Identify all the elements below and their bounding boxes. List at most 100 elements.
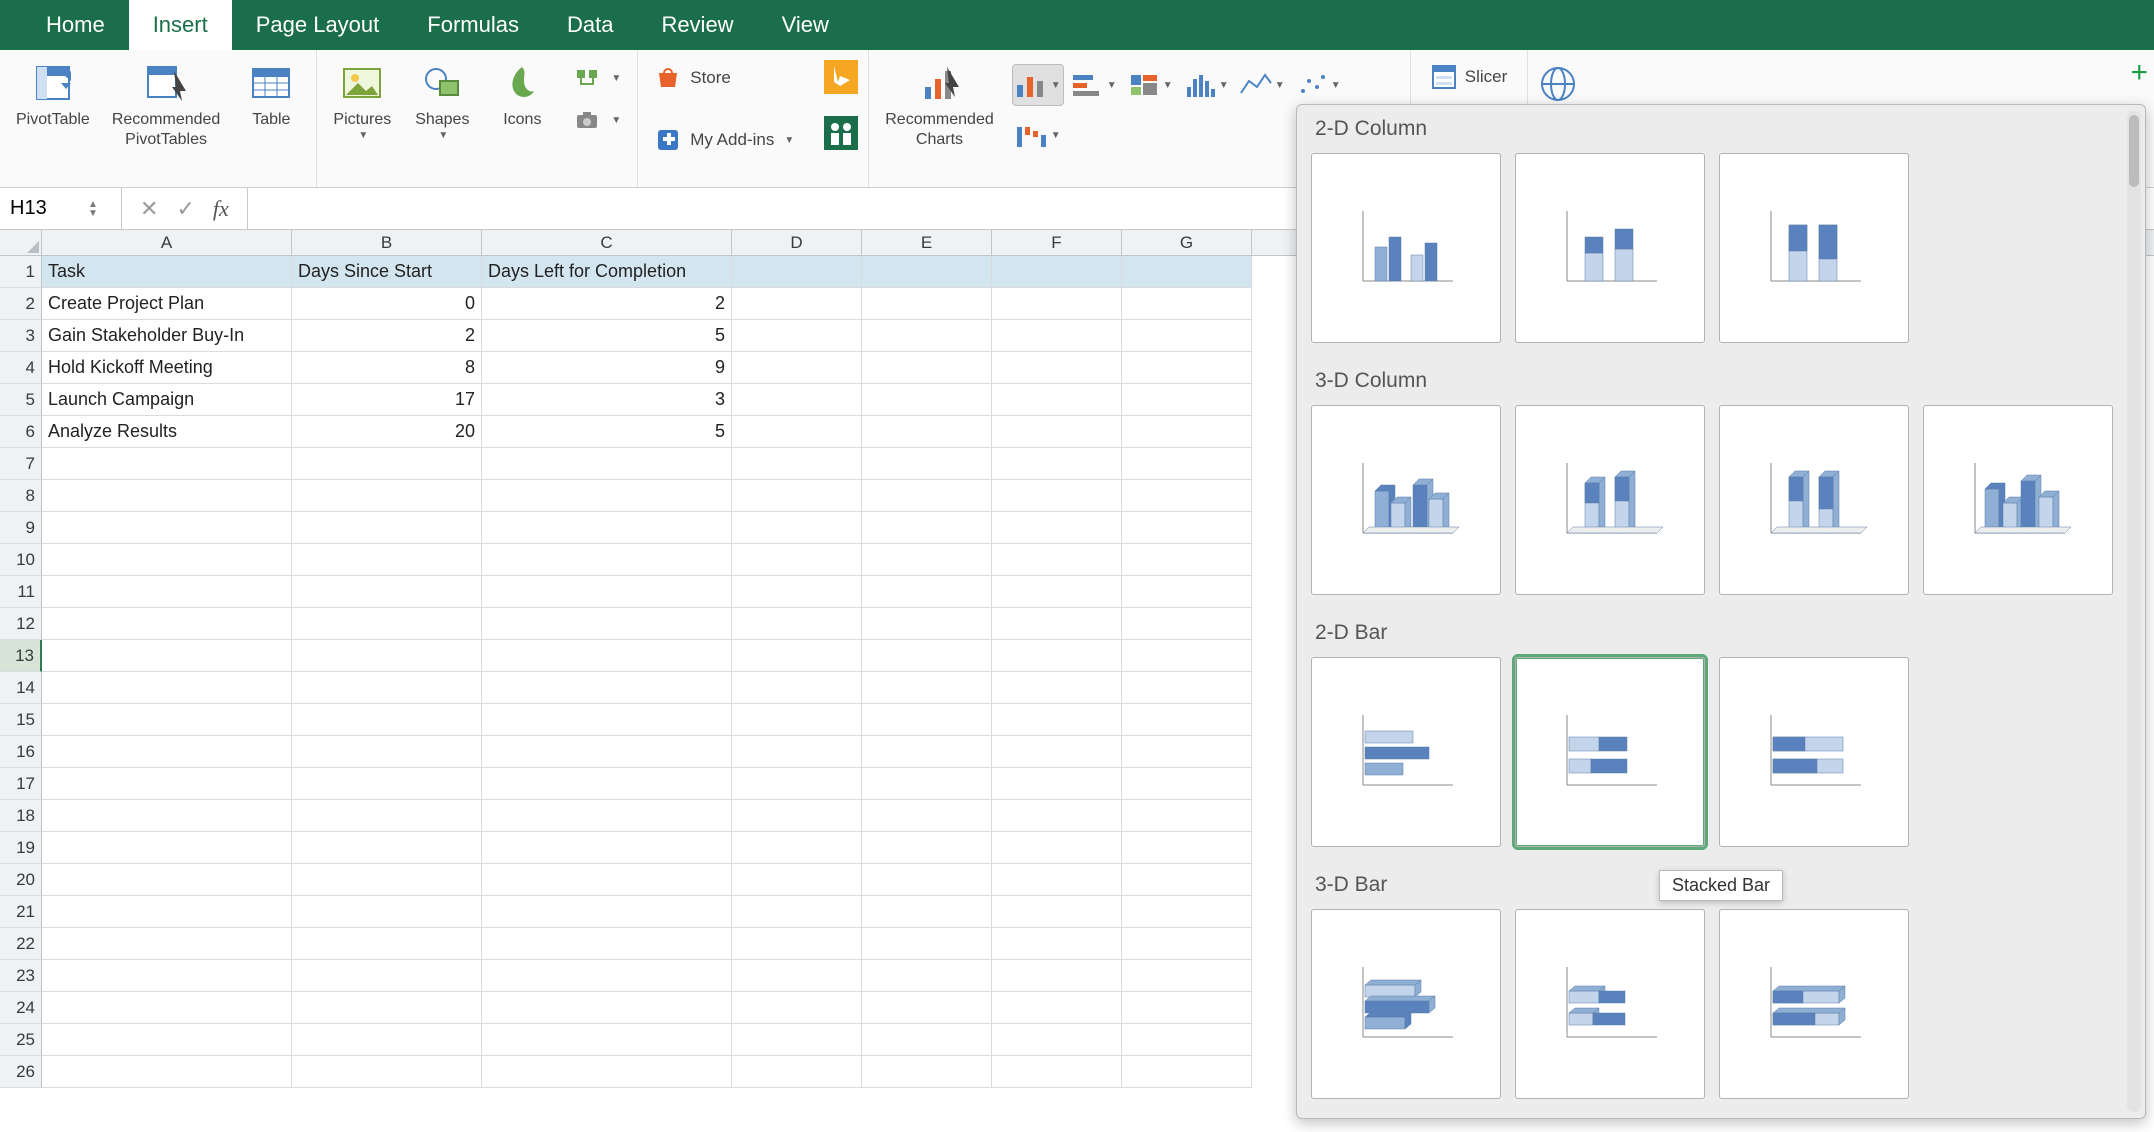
bar-chart-button[interactable]: ▼: [1068, 64, 1120, 106]
cell-A26[interactable]: [42, 1056, 292, 1088]
cell-G22[interactable]: [1122, 928, 1252, 960]
cell-B10[interactable]: [292, 544, 482, 576]
chart-tile-3-d-column[interactable]: [1923, 405, 2113, 595]
cell-G26[interactable]: [1122, 1056, 1252, 1088]
cell-A8[interactable]: [42, 480, 292, 512]
cell-E23[interactable]: [862, 960, 992, 992]
shapes-button[interactable]: Shapes ▼: [407, 56, 477, 145]
chart-tile-3-d-clustered-column[interactable]: [1311, 405, 1501, 595]
cell-A12[interactable]: [42, 608, 292, 640]
cell-F11[interactable]: [992, 576, 1122, 608]
cell-E21[interactable]: [862, 896, 992, 928]
cell-B18[interactable]: [292, 800, 482, 832]
cell-B26[interactable]: [292, 1056, 482, 1088]
cell-C13[interactable]: [482, 640, 732, 672]
cell-C4[interactable]: 9: [482, 352, 732, 384]
row-header-12[interactable]: 12: [0, 608, 42, 640]
cell-F1[interactable]: [992, 256, 1122, 288]
cell-E17[interactable]: [862, 768, 992, 800]
column-header-C[interactable]: C: [482, 230, 732, 255]
cell-F5[interactable]: [992, 384, 1122, 416]
cell-B11[interactable]: [292, 576, 482, 608]
name-box-stepper[interactable]: ▲▼: [88, 200, 98, 218]
chart-tile-clustered-column[interactable]: [1311, 153, 1501, 343]
cell-A9[interactable]: [42, 512, 292, 544]
cell-C9[interactable]: [482, 512, 732, 544]
cell-B23[interactable]: [292, 960, 482, 992]
cell-D24[interactable]: [732, 992, 862, 1024]
bing-maps-icon[interactable]: [824, 60, 858, 94]
cell-C22[interactable]: [482, 928, 732, 960]
cell-G13[interactable]: [1122, 640, 1252, 672]
row-header-25[interactable]: 25: [0, 1024, 42, 1056]
cell-B8[interactable]: [292, 480, 482, 512]
cell-G11[interactable]: [1122, 576, 1252, 608]
icons-button[interactable]: Icons: [487, 56, 557, 134]
cell-D1[interactable]: [732, 256, 862, 288]
chart-tile-stacked-bar[interactable]: [1515, 657, 1705, 847]
cell-G15[interactable]: [1122, 704, 1252, 736]
cell-A1[interactable]: Task: [42, 256, 292, 288]
cell-C26[interactable]: [482, 1056, 732, 1088]
people-graph-icon[interactable]: [824, 116, 858, 150]
cell-F8[interactable]: [992, 480, 1122, 512]
row-header-8[interactable]: 8: [0, 480, 42, 512]
pictures-button[interactable]: Pictures ▼: [327, 56, 397, 145]
row-header-5[interactable]: 5: [0, 384, 42, 416]
cell-G17[interactable]: [1122, 768, 1252, 800]
cell-B21[interactable]: [292, 896, 482, 928]
cell-C18[interactable]: [482, 800, 732, 832]
cell-F3[interactable]: [992, 320, 1122, 352]
cell-A15[interactable]: [42, 704, 292, 736]
cell-D10[interactable]: [732, 544, 862, 576]
column-header-A[interactable]: A: [42, 230, 292, 255]
cell-D5[interactable]: [732, 384, 862, 416]
row-header-18[interactable]: 18: [0, 800, 42, 832]
cell-E10[interactable]: [862, 544, 992, 576]
cell-B13[interactable]: [292, 640, 482, 672]
cell-F24[interactable]: [992, 992, 1122, 1024]
cell-D12[interactable]: [732, 608, 862, 640]
cell-F25[interactable]: [992, 1024, 1122, 1056]
chart-tile-3-d-100-stacked-column[interactable]: [1719, 405, 1909, 595]
cell-A18[interactable]: [42, 800, 292, 832]
row-header-11[interactable]: 11: [0, 576, 42, 608]
cell-E18[interactable]: [862, 800, 992, 832]
cell-F15[interactable]: [992, 704, 1122, 736]
cell-D4[interactable]: [732, 352, 862, 384]
cancel-formula-icon[interactable]: ✕: [140, 196, 158, 222]
cell-E12[interactable]: [862, 608, 992, 640]
cell-D6[interactable]: [732, 416, 862, 448]
cell-A14[interactable]: [42, 672, 292, 704]
row-header-4[interactable]: 4: [0, 352, 42, 384]
cell-B16[interactable]: [292, 736, 482, 768]
cell-G10[interactable]: [1122, 544, 1252, 576]
cell-D19[interactable]: [732, 832, 862, 864]
cell-D8[interactable]: [732, 480, 862, 512]
cell-E13[interactable]: [862, 640, 992, 672]
globe-icon[interactable]: [1538, 56, 1578, 104]
cell-E8[interactable]: [862, 480, 992, 512]
cell-D14[interactable]: [732, 672, 862, 704]
chart-tile-100-stacked-bar[interactable]: [1719, 657, 1909, 847]
cell-F23[interactable]: [992, 960, 1122, 992]
cell-D9[interactable]: [732, 512, 862, 544]
chart-tile-stacked-column[interactable]: [1515, 153, 1705, 343]
tab-review[interactable]: Review: [637, 0, 757, 50]
cell-G3[interactable]: [1122, 320, 1252, 352]
cell-C16[interactable]: [482, 736, 732, 768]
cell-F6[interactable]: [992, 416, 1122, 448]
cell-A16[interactable]: [42, 736, 292, 768]
cell-D7[interactable]: [732, 448, 862, 480]
cell-G7[interactable]: [1122, 448, 1252, 480]
cell-C7[interactable]: [482, 448, 732, 480]
cell-A17[interactable]: [42, 768, 292, 800]
fx-icon[interactable]: fx: [213, 196, 229, 222]
cell-G1[interactable]: [1122, 256, 1252, 288]
row-header-26[interactable]: 26: [0, 1056, 42, 1088]
cell-A11[interactable]: [42, 576, 292, 608]
row-header-22[interactable]: 22: [0, 928, 42, 960]
cell-C23[interactable]: [482, 960, 732, 992]
column-header-D[interactable]: D: [732, 230, 862, 255]
tab-home[interactable]: Home: [22, 0, 129, 50]
